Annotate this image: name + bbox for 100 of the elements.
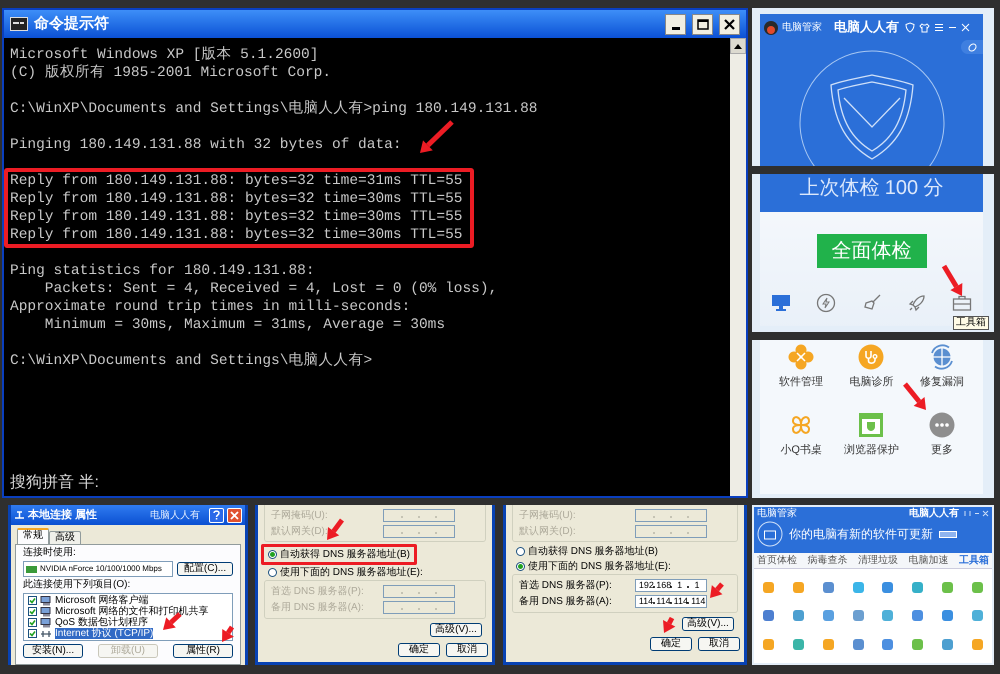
- ip-field[interactable]: [635, 524, 707, 538]
- nav-item[interactable]: [815, 292, 838, 314]
- ip-field[interactable]: [383, 584, 455, 598]
- app-icon[interactable]: [852, 639, 864, 650]
- app-icon[interactable]: [763, 639, 774, 650]
- app-icon[interactable]: [763, 610, 774, 622]
- tool-item[interactable]: 修复漏洞: [906, 344, 977, 410]
- ip-field[interactable]: [635, 508, 707, 522]
- network-icon: [40, 628, 52, 638]
- console-icon: [10, 17, 28, 31]
- computer-icon: [40, 618, 52, 628]
- app-icon[interactable]: [912, 582, 924, 593]
- app-icon[interactable]: [972, 639, 983, 650]
- nav-tab[interactable]: 清理垃圾: [857, 554, 899, 566]
- tool-item[interactable]: 软件管理: [766, 344, 836, 410]
- ok-button[interactable]: 确定: [398, 643, 440, 657]
- nav-tab[interactable]: 病毒查杀: [806, 554, 848, 566]
- ip-field[interactable]: [383, 524, 455, 538]
- field-label: 默认网关(D):: [519, 524, 576, 538]
- app-icon[interactable]: [852, 582, 864, 593]
- checkbox[interactable]: [28, 596, 37, 605]
- app-icon[interactable]: [972, 610, 983, 622]
- list-item[interactable]: Internet 协议 (TCP/IP): [55, 628, 154, 639]
- list-item[interactable]: Microsoft 网络的文件和打印机共享: [55, 606, 208, 617]
- radio-button[interactable]: [268, 550, 277, 559]
- app-icon[interactable]: [763, 582, 774, 593]
- ok-button[interactable]: 确定: [650, 637, 692, 651]
- nav-tab[interactable]: 首页体检: [756, 554, 798, 566]
- browser-shield-icon: [858, 412, 884, 438]
- ip-field[interactable]: [383, 600, 455, 614]
- ip-field[interactable]: 114 114 114 114: [635, 594, 707, 608]
- minimize-button[interactable]: [665, 14, 686, 34]
- ip-octet: 168: [656, 580, 672, 590]
- dialog-button[interactable]: 属性(R): [173, 644, 233, 658]
- app-icon[interactable]: [793, 639, 804, 650]
- tool-item[interactable]: 浏览器保护: [836, 412, 907, 478]
- close-icon[interactable]: [961, 23, 970, 32]
- tool-item[interactable]: 更多: [906, 412, 977, 478]
- app-icon[interactable]: [882, 610, 894, 622]
- app-icon[interactable]: [912, 610, 924, 622]
- radio-button[interactable]: [516, 547, 525, 556]
- app-icon[interactable]: [882, 582, 894, 593]
- checkbox[interactable]: [28, 629, 37, 638]
- update-badge[interactable]: [939, 530, 957, 538]
- configure-button[interactable]: 配置(C)...: [177, 562, 233, 576]
- shirt-icon[interactable]: [919, 22, 930, 33]
- list-item[interactable]: QoS 数据包计划程序: [55, 617, 148, 628]
- leaf-icon: [968, 42, 976, 52]
- tool-item[interactable]: 电脑诊所: [836, 344, 907, 410]
- app-icon[interactable]: [822, 639, 834, 650]
- cancel-button[interactable]: 取消: [446, 643, 488, 657]
- tool-item[interactable]: 小Q书桌: [766, 412, 836, 478]
- dialog-tab[interactable]: 高级: [49, 531, 81, 544]
- nav-item[interactable]: [770, 292, 792, 314]
- radio-button[interactable]: [516, 562, 525, 571]
- app-icon[interactable]: [852, 610, 864, 622]
- computer-icon: [40, 606, 52, 616]
- dialog-tab[interactable]: 常规: [17, 528, 49, 544]
- nav-tab[interactable]: 电脑加速: [908, 554, 950, 566]
- dialog-button[interactable]: 安装(N)...: [23, 644, 83, 658]
- console-line: Reply from 180.149.131.88: bytes=32 time=30ms TTL=55: [10, 190, 462, 208]
- ip-field[interactable]: 192 168 1 1: [635, 578, 707, 592]
- close-button[interactable]: [719, 14, 740, 34]
- advanced-button[interactable]: 高级(V)...: [682, 617, 734, 631]
- app-name: 电脑管家: [757, 508, 797, 519]
- pointer-arrow: [663, 616, 676, 633]
- app-icon[interactable]: [822, 582, 834, 593]
- app-icon[interactable]: [912, 639, 924, 650]
- window-controls-icon[interactable]: [963, 510, 989, 517]
- app-icon[interactable]: [942, 610, 953, 622]
- ip-field[interactable]: [383, 508, 455, 522]
- app-icon[interactable]: [972, 582, 983, 593]
- checkbox[interactable]: [28, 607, 37, 616]
- app-icon[interactable]: [822, 610, 834, 622]
- tool-label: 软件管理: [779, 376, 824, 388]
- app-icon[interactable]: [942, 582, 953, 593]
- more-icon: [928, 412, 955, 438]
- radio-button[interactable]: [268, 568, 277, 577]
- shield-icon[interactable]: [905, 22, 915, 34]
- console-line: Pinging 180.149.131.88 with 32 bytes of data:: [10, 136, 402, 154]
- nav-tab[interactable]: 工具箱: [958, 554, 990, 566]
- tool-label: 修复漏洞: [920, 376, 964, 388]
- ip-octet: 192: [638, 580, 654, 590]
- cancel-button[interactable]: 取消: [698, 637, 740, 651]
- app-icon[interactable]: [942, 639, 953, 650]
- scroll-up-button[interactable]: [730, 38, 746, 54]
- list-item[interactable]: Microsoft 网络客户端: [55, 595, 148, 606]
- maximize-button[interactable]: [692, 14, 713, 34]
- globe-icon: [928, 344, 955, 370]
- scrollbar[interactable]: [730, 38, 746, 496]
- advanced-button[interactable]: 高级(V)...: [430, 623, 482, 637]
- app-icon[interactable]: [882, 639, 894, 650]
- app-icon[interactable]: [793, 610, 804, 622]
- menu-icon[interactable]: [934, 23, 944, 32]
- console-line: Reply from 180.149.131.88: bytes=32 time=30ms TTL=55: [10, 208, 462, 226]
- help-button[interactable]: [209, 508, 224, 522]
- app-icon[interactable]: [793, 582, 804, 593]
- rocket-icon: [906, 293, 927, 313]
- skin-button[interactable]: [961, 40, 983, 54]
- checkbox[interactable]: [28, 618, 37, 627]
